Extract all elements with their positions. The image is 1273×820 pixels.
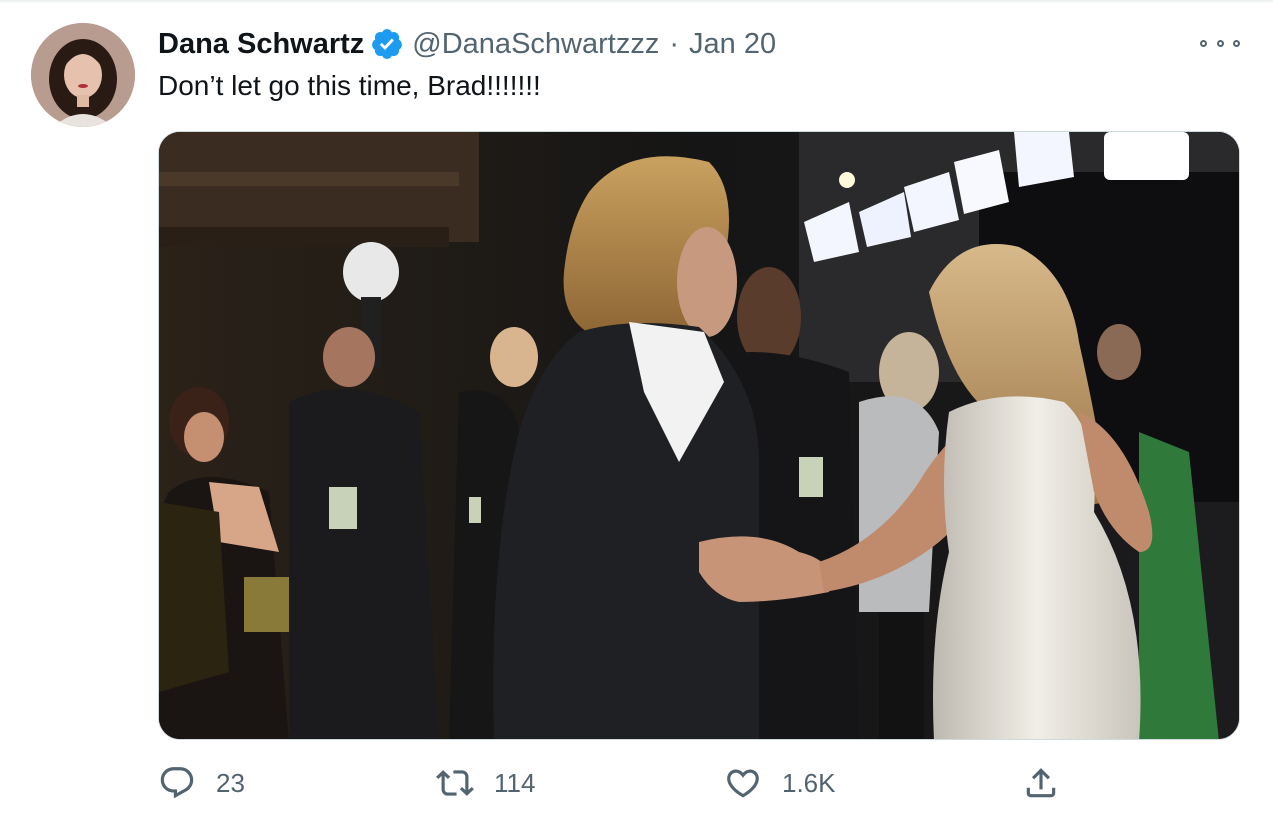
- like-button[interactable]: 1.6K: [724, 760, 836, 806]
- share-icon: [1026, 768, 1056, 798]
- tweet-date[interactable]: Jan 20: [689, 28, 776, 61]
- like-count: 1.6K: [782, 767, 836, 798]
- reply-icon: [160, 767, 194, 799]
- reply-button[interactable]: 23: [158, 760, 245, 806]
- retweet-icon: [436, 770, 474, 796]
- more-dot: [1233, 39, 1240, 47]
- reply-count: 23: [216, 767, 245, 798]
- tweet-actions: 23 114 1.6K: [158, 760, 1240, 806]
- tweet-text: Don’t let go this time, Brad!!!!!!!: [158, 70, 541, 101]
- avatar-image: [31, 23, 135, 127]
- verified-badge-icon: [370, 27, 404, 61]
- tweet-header: Dana Schwartz @DanaSchwartzzz · Jan 20: [158, 24, 776, 64]
- display-name[interactable]: Dana Schwartz: [158, 28, 364, 61]
- avatar[interactable]: [31, 23, 135, 127]
- retweet-button[interactable]: 114: [436, 760, 535, 806]
- author-handle[interactable]: @DanaSchwartzzz: [412, 28, 659, 61]
- separator-dot: ·: [669, 27, 679, 60]
- retweet-count: 114: [494, 767, 536, 798]
- more-dot: [1216, 39, 1224, 47]
- tweet-photo[interactable]: [158, 131, 1240, 740]
- more-dot: [1200, 39, 1207, 47]
- more-options-icon[interactable]: [1200, 32, 1240, 54]
- top-divider: [0, 0, 1273, 2]
- share-button[interactable]: [1022, 760, 1080, 806]
- photo-image: [159, 132, 1239, 739]
- heart-icon: [727, 769, 759, 798]
